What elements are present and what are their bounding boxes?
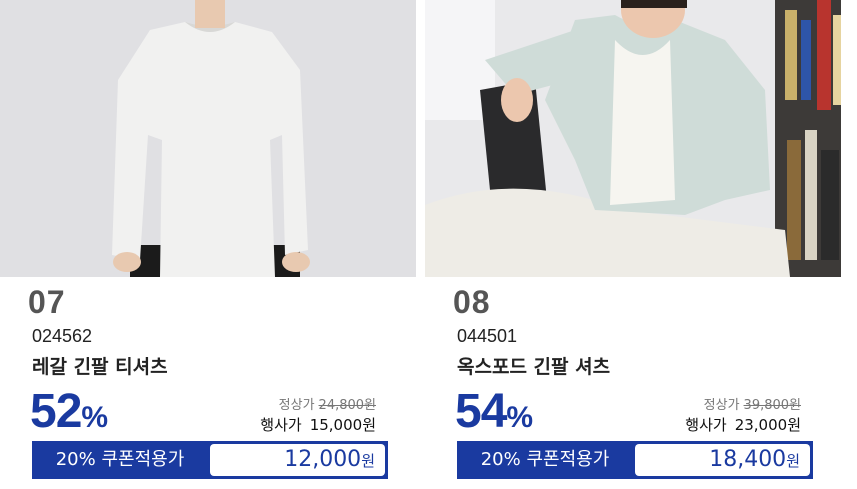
event-price: 행사가 23,000원 xyxy=(685,414,801,435)
product-name[interactable]: 레갈 긴팔 티셔츠 xyxy=(32,352,168,379)
product-card-07[interactable]: 07 024562 레갈 긴팔 티셔츠 52% 정상가 24,800원 행사가 15… xyxy=(0,0,416,489)
event-price-label: 행사가 xyxy=(260,416,302,434)
product-code: 044501 xyxy=(457,326,518,346)
regular-price: 정상가 24,800원 xyxy=(279,394,376,413)
regular-price: 정상가 39,800원 xyxy=(704,394,801,413)
discount-unit: % xyxy=(506,401,534,434)
product-name[interactable]: 옥스포드 긴팔 셔츠 xyxy=(457,352,610,379)
product-photo-shirt[interactable] xyxy=(425,0,841,277)
event-price-label: 행사가 xyxy=(685,416,727,434)
product-number: 07 xyxy=(28,284,66,320)
coupon-price-value: 12,000 xyxy=(284,447,362,472)
coupon-label: 20% 쿠폰적용가 xyxy=(480,449,610,470)
product-number: 08 xyxy=(453,284,491,320)
discount-value: 54 xyxy=(455,385,507,438)
coupon-price-box: 18,400원 xyxy=(635,444,810,476)
regular-price-value: 24,800원 xyxy=(318,398,376,413)
event-price: 행사가 15,000원 xyxy=(260,414,376,435)
discount-rate: 52% xyxy=(30,384,108,439)
product-card-08[interactable]: 08 044501 옥스포드 긴팔 셔츠 54% 정상가 39,800원 행사가 2… xyxy=(425,0,841,489)
coupon-label: 20% 쿠폰적용가 xyxy=(55,449,185,470)
regular-price-label: 정상가 xyxy=(703,398,740,413)
coupon-price-unit: 원 xyxy=(786,452,800,470)
discount-rate: 54% xyxy=(455,384,533,439)
product-photo-tshirt[interactable] xyxy=(0,0,416,277)
coupon-price-bar[interactable]: 20% 쿠폰적용가 12,000원 xyxy=(32,441,388,479)
event-price-value: 15,000원 xyxy=(309,416,376,434)
regular-price-label: 정상가 xyxy=(278,398,315,413)
coupon-price-bar[interactable]: 20% 쿠폰적용가 18,400원 xyxy=(457,441,813,479)
coupon-price-value: 18,400 xyxy=(709,447,787,472)
discount-value: 52 xyxy=(30,385,82,438)
coupon-price-unit: 원 xyxy=(361,452,375,470)
product-code: 024562 xyxy=(32,326,93,346)
event-price-value: 23,000원 xyxy=(734,416,801,434)
coupon-price: 12,000원 xyxy=(284,447,375,472)
coupon-price: 18,400원 xyxy=(709,447,800,472)
regular-price-value: 39,800원 xyxy=(743,398,801,413)
discount-unit: % xyxy=(81,401,109,434)
coupon-price-box: 12,000원 xyxy=(210,444,385,476)
